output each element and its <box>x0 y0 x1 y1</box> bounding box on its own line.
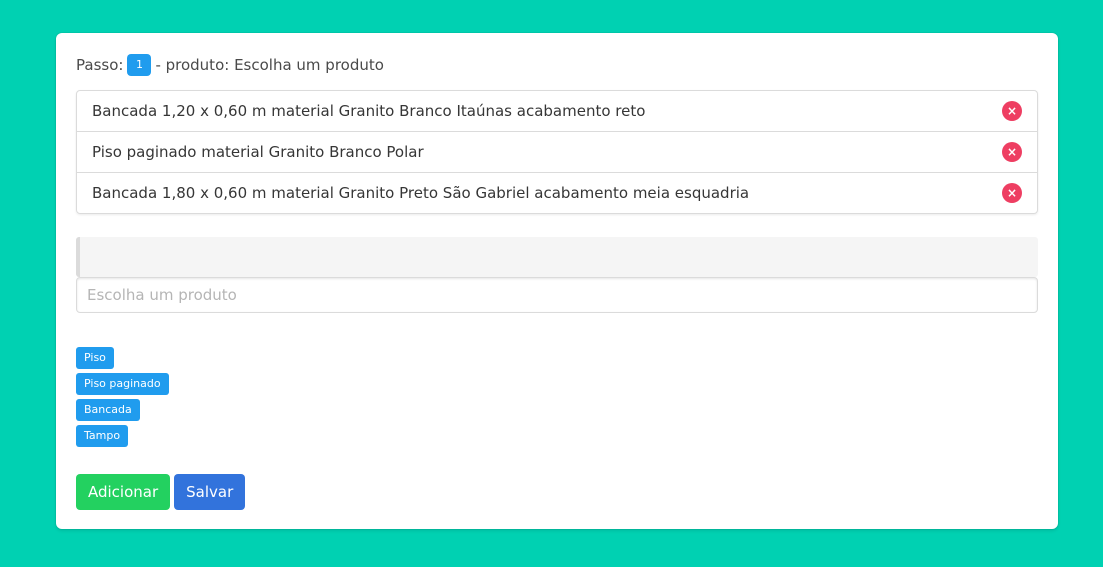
tag-piso-paginado[interactable]: Piso paginado <box>76 373 169 395</box>
step-title: - produto: Escolha um produto <box>155 56 384 74</box>
remove-icon[interactable]: × <box>1002 183 1022 203</box>
product-preview-box <box>76 237 1038 277</box>
selected-products-list: Bancada 1,20 x 0,60 m material Granito B… <box>76 90 1038 214</box>
step-prefix: Passo: <box>76 56 124 74</box>
form-actions: Adicionar Salvar <box>76 474 1038 510</box>
product-label: Bancada 1,20 x 0,60 m material Granito B… <box>92 102 646 120</box>
product-search-input[interactable] <box>76 277 1038 313</box>
tag-bancada[interactable]: Bancada <box>76 399 140 421</box>
add-button[interactable]: Adicionar <box>76 474 171 510</box>
tag-piso[interactable]: Piso <box>76 347 114 369</box>
product-item: Bancada 1,20 x 0,60 m material Granito B… <box>77 91 1037 132</box>
step-header: Passo: 1 - produto: Escolha um produto <box>76 53 1038 77</box>
remove-icon[interactable]: × <box>1002 101 1022 121</box>
product-label: Piso paginado material Granito Branco Po… <box>92 143 424 161</box>
category-tags: Piso Piso paginado Bancada Tampo <box>76 347 1038 447</box>
product-step-card: Passo: 1 - produto: Escolha um produto B… <box>56 33 1058 529</box>
tag-tampo[interactable]: Tampo <box>76 425 129 447</box>
product-item: Bancada 1,80 x 0,60 m material Granito P… <box>77 173 1037 213</box>
remove-icon[interactable]: × <box>1002 142 1022 162</box>
save-button[interactable]: Salvar <box>174 474 246 510</box>
step-number-badge: 1 <box>127 54 152 76</box>
product-label: Bancada 1,80 x 0,60 m material Granito P… <box>92 184 750 202</box>
product-item: Piso paginado material Granito Branco Po… <box>77 132 1037 173</box>
